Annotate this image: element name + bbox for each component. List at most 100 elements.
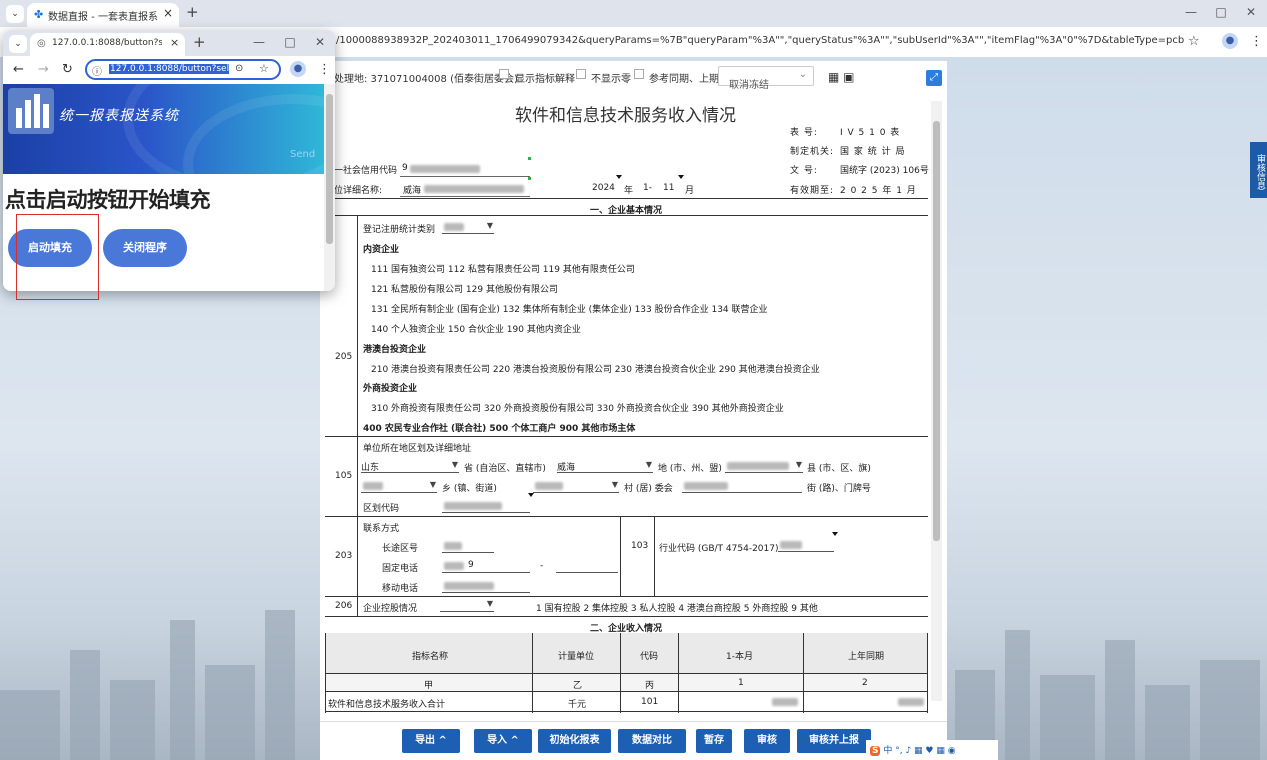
popup-minimize-button[interactable]: — [249,35,269,49]
group-title-hk-macao-tw: 港澳台投资企业 [363,345,427,355]
popup-browser-tab[interactable]: ◎ 127.0.0.1:8088/button?select_n... × [30,33,185,56]
tab-search-icon[interactable]: ⌄ [6,5,24,23]
report-scroll-area[interactable]: 软件和信息技术服务收入情况 表 号: I V 5 1 0 表 制定机关: 国 家… [320,91,947,739]
lens-icon[interactable]: ⊙ [235,63,243,74]
dropdown-arrow-icon: ▼ [611,480,618,489]
redacted-credit-code [410,165,480,173]
holding-label: 企业控股情况 [363,604,418,614]
audit-info-side-tab[interactable]: 审核信息 [1250,142,1267,198]
main-tab-strip: ⌄ ✤ 数据直报 - 一套表直报系统 × + — □ ✕ [0,0,1267,27]
print-icon[interactable]: ▦ ▣ [828,70,855,84]
back-arrow-icon[interactable]: ← [13,62,24,77]
system-logo-icon [8,88,54,134]
report-panel: 处理地: 371071004008 (佰泰街居委会) 显示指标解释 不显示零 参… [320,61,947,760]
phone-input[interactable]: 9 [442,559,530,573]
popup-menu-icon[interactable]: ⋮ [318,62,331,77]
subheader-cell: 丙 [645,681,655,691]
province-dropdown[interactable]: 山东 ▼ [361,459,459,473]
forward-arrow-icon[interactable]: → [38,62,49,77]
system-title: 统一报表报送系统 [59,108,179,124]
popup-tab-search-icon[interactable]: ⌄ [9,35,27,53]
row-last-year-value-redacted[interactable] [898,698,924,706]
month-to[interactable]: 11 [663,183,674,193]
reload-icon[interactable]: ↻ [62,62,73,77]
show-indicator-checkbox[interactable] [499,69,509,79]
col-header-current: 1-本月 [726,652,753,662]
area-code-input[interactable] [442,539,494,553]
main-browser-tab[interactable]: ✤ 数据直报 - 一套表直报系统 × [27,3,179,27]
audit-submit-button[interactable]: 审核并上报 [797,729,871,753]
county-dropdown[interactable]: ▼ [725,459,803,473]
popup-close-button[interactable]: ✕ [310,35,330,49]
col-header-last-year: 上年同期 [848,652,885,662]
popup-address-bar: ← → ↻ ⓘ 127.0.0.1:8088/button?select_ ⊙ … [3,56,335,84]
contact-label: 联系方式 [363,524,400,534]
holding-options: 1 国有控股 2 集体控股 3 私人控股 4 港澳台商控股 5 外商控股 9 其… [536,604,818,614]
site-favicon-icon: ✤ [34,8,44,21]
option-line: 310 外商投资有限责任公司 320 外商投资股份有限公司 330 外商投资合伙… [371,404,784,414]
site-info-icon[interactable]: ⓘ [92,63,102,78]
phone-ext-input[interactable] [556,559,618,573]
init-report-button[interactable]: 初始化报表 [538,729,611,753]
reg-type-code: 205 [335,352,353,362]
authority-label: 制定机关: [790,147,835,157]
table-subheader-bg [325,674,928,691]
window-maximize-button[interactable]: □ [1211,5,1231,19]
village-dropdown[interactable]: ▼ [533,479,619,493]
report-vertical-scrollbar[interactable] [931,101,942,701]
popup-vertical-scrollbar[interactable] [324,84,335,291]
option-line: 140 个人独资企业 150 合伙企业 190 其他内资企业 [371,325,581,335]
profile-avatar-icon[interactable]: ● [1222,33,1238,49]
export-button[interactable]: 导出 ^ [402,729,460,753]
popup-url-text[interactable]: 127.0.0.1:8088/button?select_ [109,64,229,74]
close-program-button[interactable]: 关闭程序 [103,229,187,267]
save-draft-button[interactable]: 暂存 [696,729,732,753]
window-minimize-button[interactable]: — [1181,5,1201,19]
street-suffix: 街 (路)、门牌号 [807,484,871,494]
popup-omnibox[interactable]: ⓘ 127.0.0.1:8088/button?select_ ⊙ ☆ [85,59,281,80]
import-button[interactable]: 导入 ^ [474,729,532,753]
browser-menu-icon[interactable]: ⋮ [1250,34,1263,49]
option-line: 121 私营股份有限公司 129 其他股份有限公司 [371,285,558,295]
popup-tab-close-icon[interactable]: × [170,36,179,49]
month-from[interactable]: 1- [643,183,652,193]
phone-visible: 9 [468,560,474,570]
option-line: 131 全民所有制企业 (国有企业) 132 集体所有制企业 (集体企业) 13… [371,305,768,315]
popup-profile-icon[interactable]: ● [290,61,306,77]
dropdown-arrow-icon: ▼ [429,480,436,489]
zone-code-input[interactable] [442,499,530,513]
mobile-input[interactable] [442,579,530,593]
credit-code-value[interactable]: 9 [402,163,408,173]
dropdown-arrow-icon: ▼ [486,221,493,230]
fullscreen-icon[interactable]: ⤢ [926,70,942,86]
ref-period-checkbox[interactable] [634,69,644,79]
data-compare-button[interactable]: 数据对比 [618,729,686,753]
industry-code-input[interactable] [778,538,834,552]
bookmark-star-icon[interactable]: ☆ [1188,34,1200,49]
popup-new-tab-button[interactable]: + [193,33,206,51]
bookmark-star-icon[interactable]: ☆ [259,62,269,75]
new-tab-button[interactable]: + [186,3,199,21]
subheader-cell: 甲 [424,681,434,691]
town-dropdown[interactable]: ▼ [361,479,437,493]
unit-name-value[interactable]: 威海 [403,183,421,196]
row-current-value-redacted[interactable] [772,698,798,706]
main-tab-close-icon[interactable]: × [163,6,173,20]
audit-button[interactable]: 审核 [744,729,790,753]
show-indicator-label: 显示指标解释 [515,74,575,85]
col-header-code: 代码 [640,652,659,662]
reg-type-dropdown[interactable]: ▼ [442,220,494,234]
popup-maximize-button[interactable]: □ [280,35,300,49]
freeze-select[interactable]: 取消冻结 ⌄ [718,66,814,91]
window-close-button[interactable]: ✕ [1241,5,1261,19]
table-no-value: I V 5 1 0 表 [840,128,901,138]
report-year[interactable]: 2024 [592,183,615,193]
holding-dropdown[interactable]: ▼ [440,598,494,612]
main-tab-title: 数据直报 - 一套表直报系统 [48,12,158,23]
ime-toolbar[interactable]: S 中 °, ♪ ▦ ♥ ▦ ◉ [866,740,998,760]
city-dropdown[interactable]: 威海 ▼ [557,459,653,473]
city-suffix: 地 (市、州、盟) [658,464,722,474]
main-url-text[interactable]: /1000088938932P_202403011_1706499079342&… [336,35,1184,46]
street-input[interactable] [682,479,802,493]
hide-zero-checkbox[interactable] [576,69,586,79]
